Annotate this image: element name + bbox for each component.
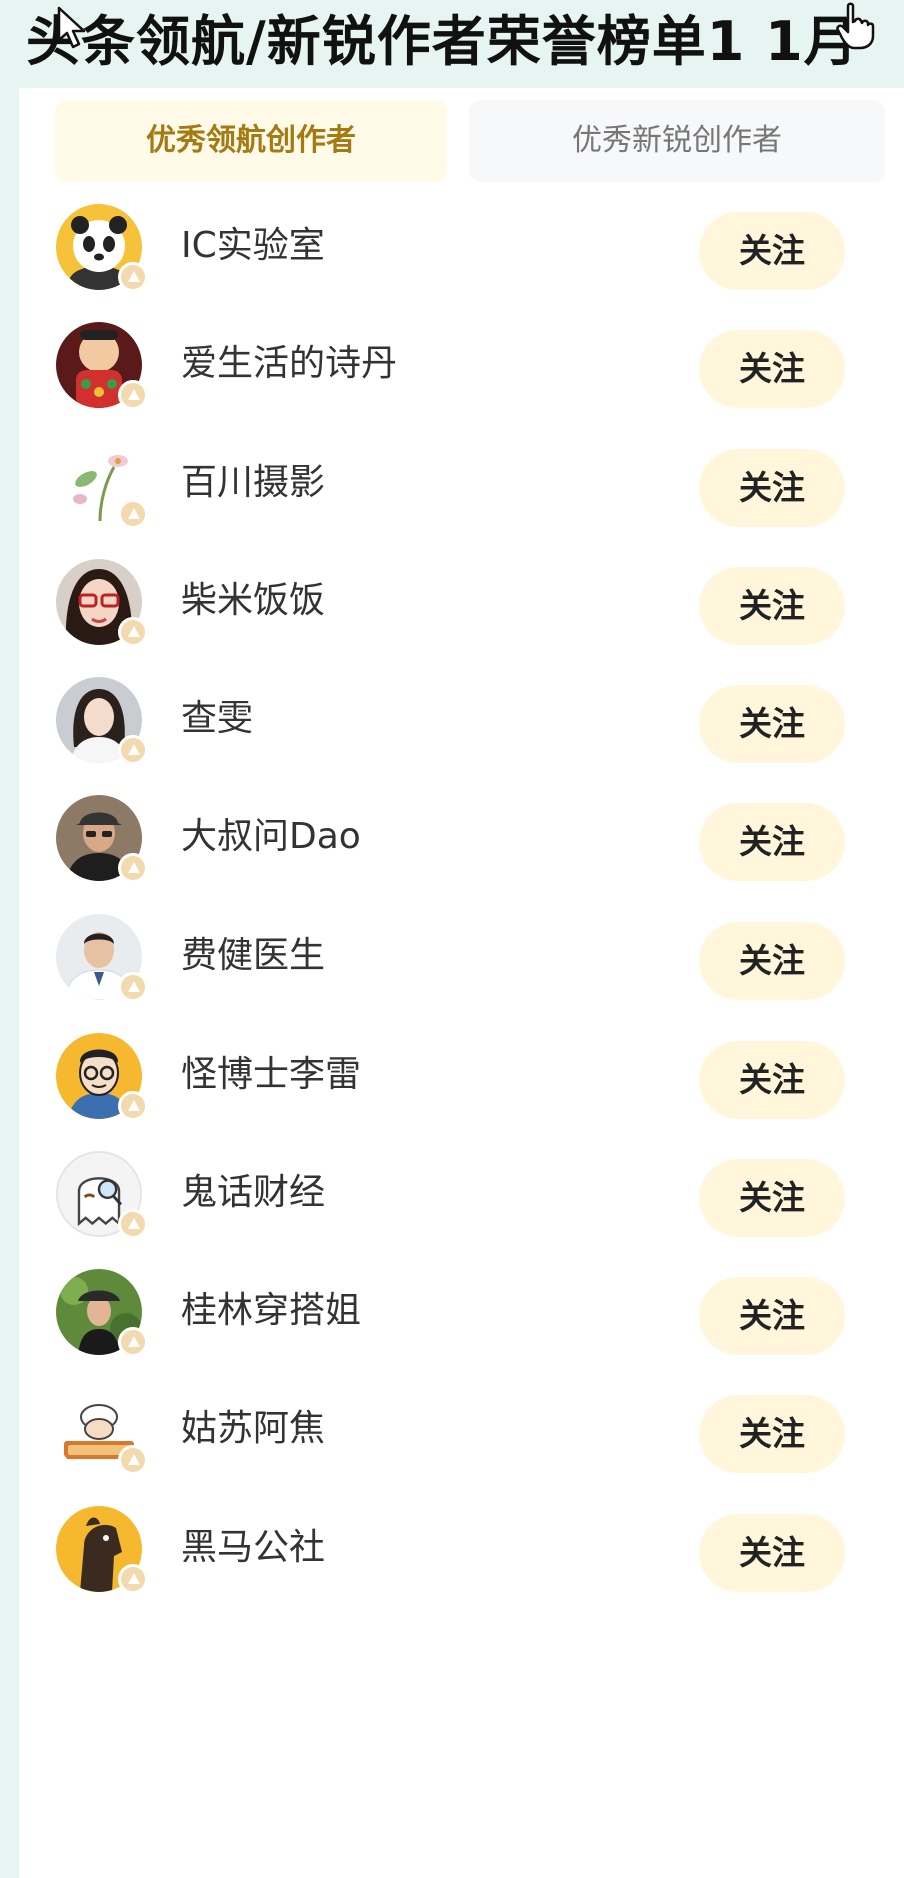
creator-name[interactable]: 黑马公社 bbox=[181, 1522, 325, 1574]
follow-button[interactable]: 关注 bbox=[699, 922, 845, 1000]
creator-name[interactable]: 爱生活的诗丹 bbox=[181, 338, 397, 390]
follow-button[interactable]: 关注 bbox=[699, 1041, 845, 1119]
follow-button[interactable]: 关注 bbox=[699, 567, 845, 645]
title-bar: 头条领航/新锐作者荣誉榜单1 1月 bbox=[0, 0, 904, 92]
creator-name[interactable]: 费健医生 bbox=[181, 930, 325, 982]
list-item: 百川摄影 关注 bbox=[19, 424, 904, 534]
creator-badge-icon bbox=[118, 1209, 148, 1239]
follow-button[interactable]: 关注 bbox=[699, 1514, 845, 1592]
creator-badge-icon bbox=[118, 1564, 148, 1594]
creator-list: IC实验室 关注 爱生活的诗丹 关注 百川摄影 关注 柴米饭饭 关注 查雯 关注… bbox=[19, 88, 904, 1878]
creator-name[interactable]: 桂林穿搭姐 bbox=[181, 1285, 361, 1337]
list-item: 费健医生 关注 bbox=[19, 897, 904, 1007]
cursor-arrow-icon bbox=[57, 6, 86, 49]
creator-badge-icon bbox=[118, 617, 148, 647]
creator-name[interactable]: 姑苏阿焦 bbox=[181, 1403, 325, 1455]
creator-name[interactable]: 鬼话财经 bbox=[181, 1167, 325, 1219]
list-item: 柴米饭饭 关注 bbox=[19, 542, 904, 652]
creator-badge-icon bbox=[118, 499, 148, 529]
creator-name[interactable]: 柴米饭饭 bbox=[181, 575, 325, 627]
page-title: 头条领航/新锐作者荣誉榜单1 1月 bbox=[26, 10, 859, 73]
follow-button[interactable]: 关注 bbox=[699, 803, 845, 881]
creator-name[interactable]: 大叔问Dao bbox=[181, 811, 361, 863]
follow-button[interactable]: 关注 bbox=[699, 449, 845, 527]
follow-button[interactable]: 关注 bbox=[699, 685, 845, 763]
list-item: 鬼话财经 关注 bbox=[19, 1134, 904, 1244]
follow-button[interactable]: 关注 bbox=[699, 330, 845, 408]
hand-pointer-icon bbox=[836, 2, 875, 50]
creator-name[interactable]: 查雯 bbox=[181, 693, 253, 745]
list-item: 怪博士李雷 关注 bbox=[19, 1016, 904, 1126]
list-item: 黑马公社 关注 bbox=[19, 1489, 904, 1599]
creator-badge-icon bbox=[118, 1091, 148, 1121]
follow-button[interactable]: 关注 bbox=[699, 1395, 845, 1473]
follow-button[interactable]: 关注 bbox=[699, 1277, 845, 1355]
list-item: 桂林穿搭姐 关注 bbox=[19, 1252, 904, 1362]
ranking-panel: 优秀领航创作者 优秀新锐创作者 IC实验室 关注 爱生活的诗丹 关注 百川摄影 … bbox=[19, 88, 904, 1878]
follow-button[interactable]: 关注 bbox=[699, 212, 845, 290]
creator-badge-icon bbox=[118, 853, 148, 883]
list-item: 姑苏阿焦 关注 bbox=[19, 1370, 904, 1480]
creator-badge-icon bbox=[118, 262, 148, 292]
list-item: IC实验室 关注 bbox=[19, 187, 904, 297]
creator-badge-icon bbox=[118, 1445, 148, 1475]
creator-badge-icon bbox=[118, 972, 148, 1002]
list-item: 查雯 关注 bbox=[19, 660, 904, 770]
follow-button[interactable]: 关注 bbox=[699, 1159, 845, 1237]
creator-name[interactable]: 怪博士李雷 bbox=[181, 1049, 361, 1101]
creator-name[interactable]: 百川摄影 bbox=[181, 457, 325, 509]
creator-badge-icon bbox=[118, 1327, 148, 1357]
list-item: 爱生活的诗丹 关注 bbox=[19, 305, 904, 415]
creator-badge-icon bbox=[118, 735, 148, 765]
list-item: 大叔问Dao 关注 bbox=[19, 778, 904, 888]
creator-name[interactable]: IC实验室 bbox=[181, 220, 325, 272]
creator-badge-icon bbox=[118, 380, 148, 410]
